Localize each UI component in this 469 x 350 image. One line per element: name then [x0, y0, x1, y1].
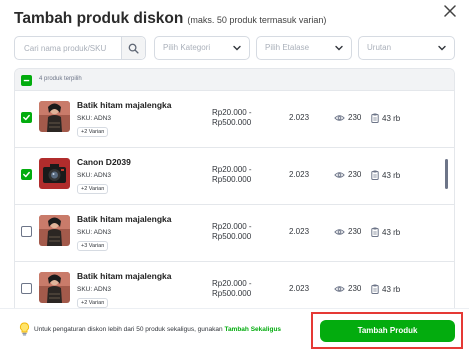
highlight-box: Tambah Produk — [311, 312, 463, 349]
bulk-info-text: Untuk pengaturan diskon lebih dari 50 pr… — [34, 326, 223, 333]
product-sold: 43 rb — [371, 113, 400, 123]
product-sku: SKU: ADN3 — [77, 172, 111, 179]
product-views: 230 — [334, 284, 361, 293]
search-icon — [128, 43, 139, 54]
table-header: 4 produk terpilih — [15, 69, 454, 91]
select-all-checkbox[interactable] — [21, 75, 32, 86]
search-box — [14, 36, 146, 60]
category-select[interactable]: Pilih Kategori — [154, 36, 250, 60]
product-stock: 2.023 — [289, 170, 310, 179]
table-row[interactable]: Batik hitam majalengka SKU: ADN3 +2 Vari… — [15, 262, 454, 308]
sort-select[interactable]: Urutan — [358, 36, 455, 60]
product-name: Batik hitam majalengka — [77, 100, 172, 110]
price-max: Rp500.000 — [212, 175, 252, 184]
row-checkbox[interactable] — [21, 226, 32, 237]
row-checkbox[interactable] — [21, 169, 32, 180]
lightbulb-icon — [19, 322, 30, 336]
etalase-select-label: Pilih Etalase — [265, 43, 310, 52]
product-price: Rp20.000 - Rp500.000 — [212, 108, 252, 128]
search-button[interactable] — [121, 37, 145, 59]
clipboard-icon — [371, 113, 379, 123]
views-count: 230 — [348, 284, 362, 293]
chevron-down-icon — [233, 45, 241, 51]
table-row[interactable]: Canon D2039 SKU: ADN3 +2 Varian Rp20.000… — [15, 148, 454, 205]
views-count: 230 — [348, 227, 362, 236]
price-min: Rp20.000 - — [212, 279, 252, 288]
table-row[interactable]: Batik hitam majalengka SKU: ADN3 +3 Vari… — [15, 205, 454, 262]
product-name: Batik hitam majalengka — [77, 214, 172, 224]
variant-badge: +3 Varian — [77, 241, 109, 251]
clipboard-icon — [371, 284, 379, 294]
row-checkbox[interactable] — [21, 283, 32, 294]
variant-badge: +2 Varian — [77, 127, 109, 137]
clipboard-icon — [371, 227, 379, 237]
product-thumbnail — [39, 215, 70, 246]
sold-count: 43 rb — [382, 113, 401, 123]
product-price: Rp20.000 - Rp500.000 — [212, 222, 252, 242]
add-product-button[interactable]: Tambah Produk — [320, 320, 455, 342]
views-count: 230 — [348, 113, 362, 122]
clipboard-icon — [371, 170, 379, 180]
chevron-down-icon — [335, 45, 343, 51]
table-scrollbar[interactable] — [445, 159, 448, 189]
product-sold: 43 rb — [371, 227, 400, 237]
sort-select-label: Urutan — [367, 43, 392, 52]
price-max: Rp500.000 — [212, 289, 252, 298]
row-checkbox[interactable] — [21, 112, 32, 123]
product-stock: 2.023 — [289, 284, 310, 293]
product-sold: 43 rb — [371, 170, 400, 180]
sold-count: 43 rb — [382, 284, 401, 294]
product-sold: 43 rb — [371, 284, 400, 294]
product-sku: SKU: ADN3 — [77, 286, 111, 293]
category-select-label: Pilih Kategori — [163, 43, 211, 52]
add-discount-product-modal: Tambah produk diskon (maks. 50 produk te… — [0, 0, 469, 350]
search-input[interactable] — [15, 37, 119, 59]
etalase-select[interactable]: Pilih Etalase — [256, 36, 352, 60]
eye-icon — [334, 285, 345, 292]
product-price: Rp20.000 - Rp500.000 — [212, 165, 252, 185]
bulk-info-note: Untuk pengaturan diskon lebih dari 50 pr… — [34, 326, 281, 333]
variant-badge: +2 Varian — [77, 184, 109, 194]
price-min: Rp20.000 - — [212, 108, 252, 117]
product-stock: 2.023 — [289, 227, 310, 236]
product-thumbnail — [39, 101, 70, 132]
product-sku: SKU: ADN3 — [77, 229, 111, 236]
eye-icon — [334, 228, 345, 235]
price-max: Rp500.000 — [212, 118, 252, 127]
filter-bar: Pilih Kategori Pilih Etalase Urutan — [14, 36, 455, 60]
eye-icon — [334, 114, 345, 121]
chevron-down-icon — [438, 45, 446, 51]
sold-count: 43 rb — [382, 170, 401, 180]
views-count: 230 — [348, 170, 362, 179]
product-name: Canon D2039 — [77, 157, 131, 167]
modal-footer: Untuk pengaturan diskon lebih dari 50 pr… — [0, 308, 469, 350]
product-thumbnail — [39, 272, 70, 303]
close-icon[interactable] — [441, 4, 459, 22]
product-price: Rp20.000 - Rp500.000 — [212, 279, 252, 299]
eye-icon — [334, 171, 345, 178]
table-row[interactable]: Batik hitam majalengka SKU: ADN3 +2 Vari… — [15, 91, 454, 148]
product-sku: SKU: ADN3 — [77, 115, 111, 122]
price-max: Rp500.000 — [212, 232, 252, 241]
selected-count: 4 produk terpilih — [39, 76, 82, 82]
product-views: 230 — [334, 170, 361, 179]
product-table: 4 produk terpilih Batik hitam majalengka… — [14, 68, 455, 308]
modal-subtitle: (maks. 50 produk termasuk varian) — [187, 15, 327, 25]
modal-header: Tambah produk diskon (maks. 50 produk te… — [14, 10, 326, 28]
product-views: 230 — [334, 227, 361, 236]
product-stock: 2.023 — [289, 113, 310, 122]
bulk-add-link[interactable]: Tambah Sekaligus — [224, 326, 281, 333]
modal-title: Tambah produk diskon — [14, 10, 184, 27]
product-name: Batik hitam majalengka — [77, 271, 172, 281]
product-views: 230 — [334, 113, 361, 122]
sold-count: 43 rb — [382, 227, 401, 237]
price-min: Rp20.000 - — [212, 222, 252, 231]
product-thumbnail — [39, 158, 70, 189]
variant-badge: +2 Varian — [77, 298, 109, 308]
price-min: Rp20.000 - — [212, 165, 252, 174]
